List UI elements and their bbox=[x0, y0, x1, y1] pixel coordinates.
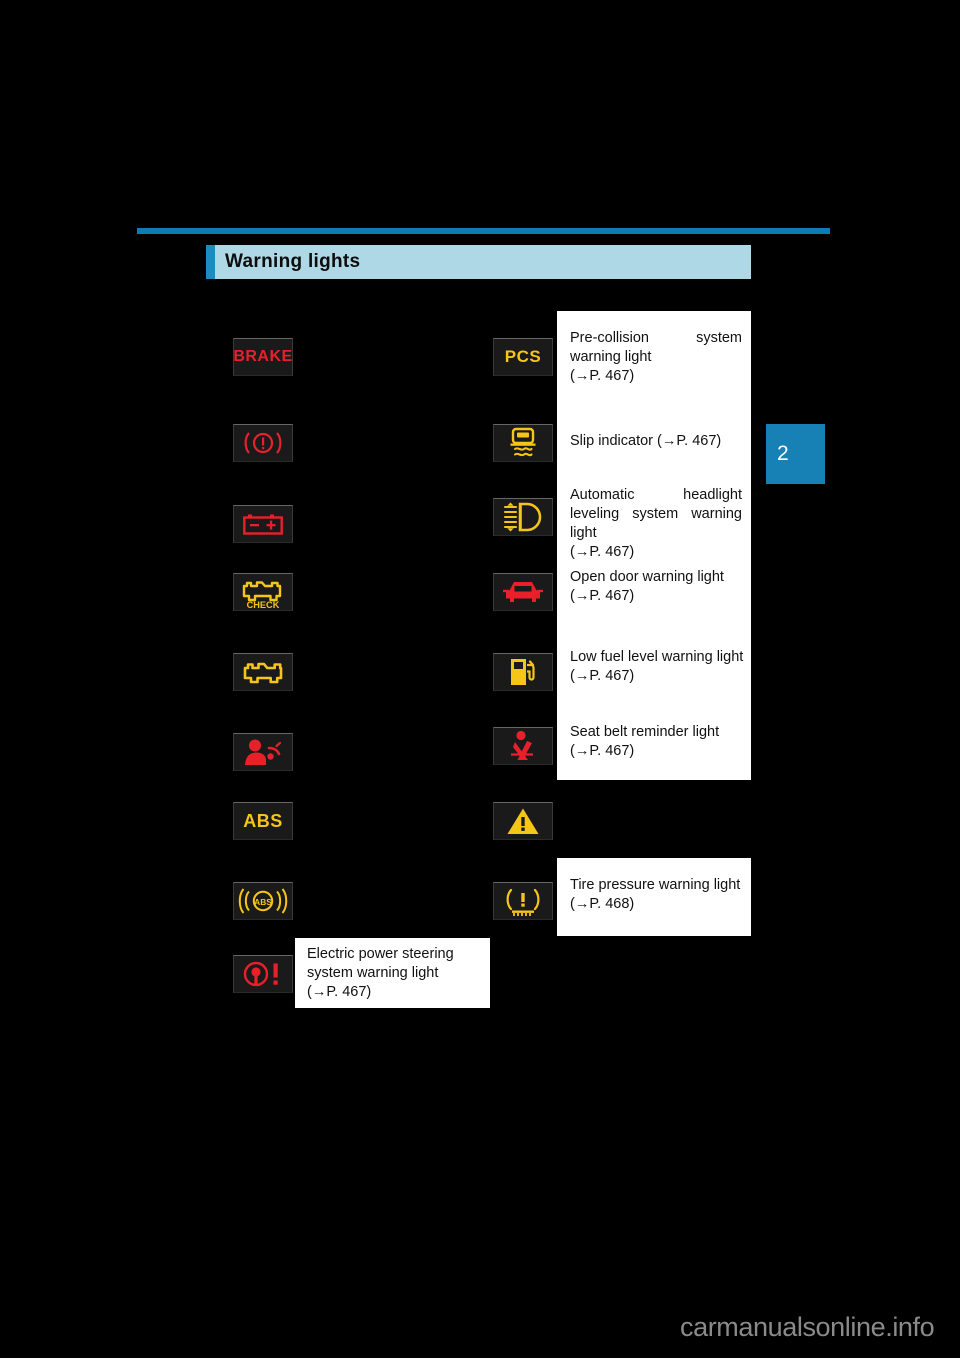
abs-warning-label: ABS bbox=[243, 810, 283, 831]
open-door-callout-text: Open door warning light (→P. 467) bbox=[570, 569, 724, 604]
tire-pressure-callout-text: Tire pressure warning light (→P. 468) bbox=[570, 877, 741, 912]
tire-pressure-warning-icon bbox=[493, 882, 553, 920]
malfunction-indicator-icon bbox=[233, 653, 293, 691]
chapter-tab: 2 bbox=[766, 424, 825, 484]
low-fuel-warning-icon bbox=[493, 653, 553, 691]
seat-belt-callout-text: Seat belt reminder light (→P. 467) bbox=[570, 724, 720, 759]
engine-check-icon: CHECK bbox=[233, 573, 293, 611]
brake-warning-icon: BRAKE bbox=[233, 338, 293, 376]
open-door-warning-icon bbox=[493, 573, 553, 611]
slip-indicator-callout-text: Slip indicator (→P. 467) bbox=[570, 433, 722, 449]
seat-belt-reminder-icon bbox=[493, 727, 553, 765]
page-title: Warning lights bbox=[225, 251, 361, 272]
header-rule bbox=[137, 228, 830, 234]
section-header: Warning lights bbox=[206, 245, 751, 279]
pre-collision-callout-text: Pre-collision system warning light (→P. 4… bbox=[570, 330, 742, 384]
watermark: carmanualsonline.info bbox=[680, 1312, 935, 1342]
electric-power-steering-icon bbox=[233, 955, 293, 993]
svg-text:ABS: ABS bbox=[254, 897, 272, 907]
abs-warning-icon: ABS bbox=[233, 802, 293, 840]
electric-power-steering-callout-text: Electric power steering system warning l… bbox=[307, 946, 454, 1000]
brake-assist-abs-icon: ABS bbox=[233, 882, 293, 920]
slip-indicator-icon bbox=[493, 424, 553, 462]
headlight-leveling-callout-text: Automatic headlight leveling system warn… bbox=[570, 487, 742, 560]
pcs-warning-label: PCS bbox=[504, 347, 542, 366]
manual-page: Warning lights 2 BRAKE CHECK ABS ABS PCS… bbox=[0, 0, 960, 1358]
brake-warning-label: BRAKE bbox=[233, 348, 293, 365]
low-fuel-callout-text: Low fuel level warning light (→P. 467) bbox=[570, 649, 744, 684]
srs-airbag-warning-icon bbox=[233, 733, 293, 771]
engine-check-label: CHECK bbox=[247, 600, 280, 609]
master-warning-triangle-icon bbox=[493, 802, 553, 840]
brake-system-circle-icon bbox=[233, 424, 293, 462]
section-accent-bar bbox=[206, 245, 215, 279]
pcs-warning-icon: PCS bbox=[493, 338, 553, 376]
headlight-leveling-icon bbox=[493, 498, 553, 536]
battery-charge-warning-icon bbox=[233, 505, 293, 543]
